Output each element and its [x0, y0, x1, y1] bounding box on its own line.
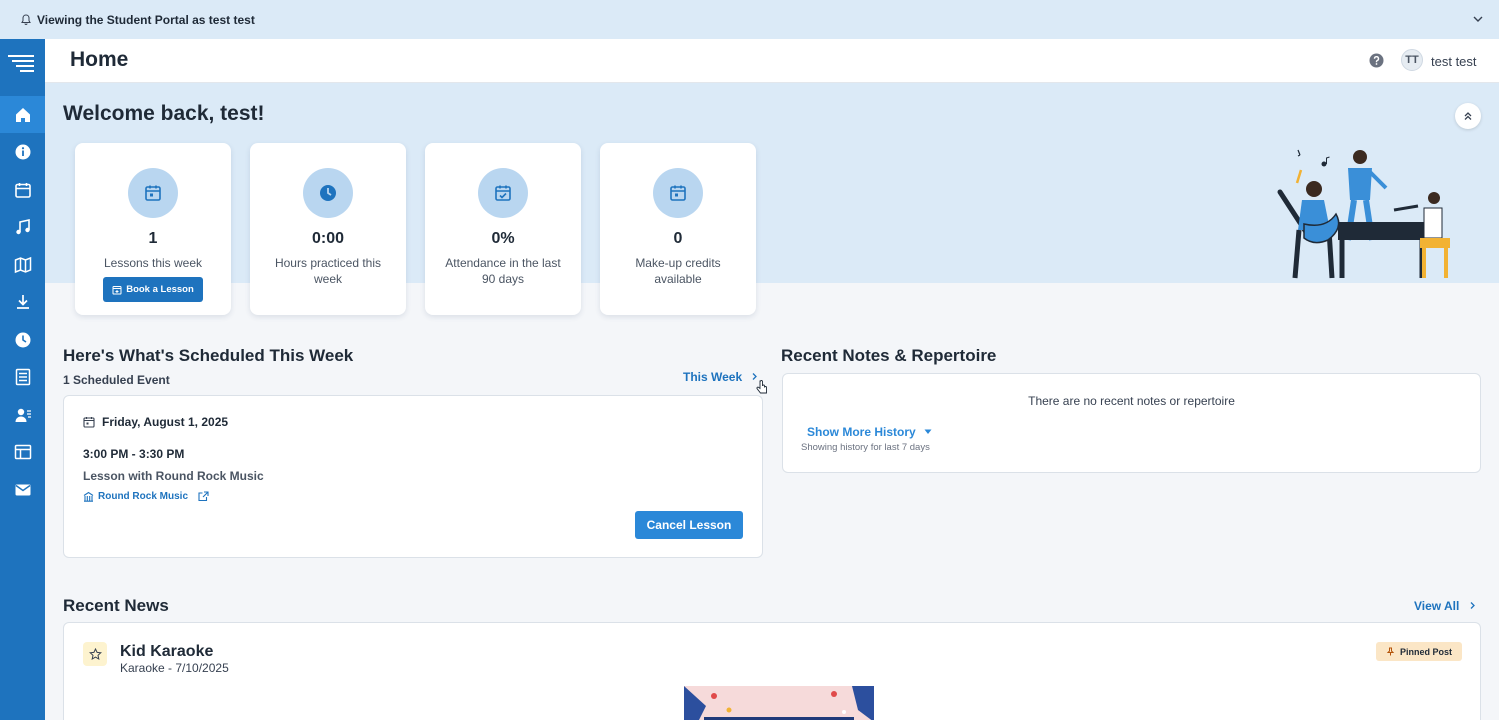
sidebar [0, 39, 45, 720]
notes-empty-message: There are no recent notes or repertoire [1028, 394, 1235, 408]
collapse-button[interactable] [1455, 103, 1481, 129]
menu-icon[interactable] [6, 51, 38, 75]
stat-value: 0% [491, 230, 515, 247]
building-icon [83, 491, 94, 502]
event-date: Friday, August 1, 2025 [102, 415, 229, 429]
stat-label: Make-up credits available [635, 256, 721, 286]
sidebar-item-home[interactable] [0, 96, 45, 133]
history-range-note: Showing history for last 7 days [801, 442, 930, 453]
pinned-post-badge: Pinned Post [1376, 642, 1462, 661]
home-icon [15, 107, 30, 122]
caret-down-icon [924, 429, 932, 434]
sidebar-item-practice[interactable] [0, 321, 45, 358]
news-heading: Recent News [63, 596, 169, 615]
news-post-meta: Karaoke - 7/10/2025 [120, 661, 229, 675]
chevron-down-icon[interactable] [1471, 12, 1485, 26]
stat-label: Hours practiced this week [274, 256, 382, 286]
sidebar-item-website[interactable] [0, 433, 45, 470]
stat-value: 0:00 [311, 230, 345, 247]
music-note-icon [15, 218, 30, 234]
event-card: Friday, August 1, 2025 3:00 PM - 3:30 PM… [63, 395, 763, 558]
calendar-icon [145, 185, 161, 201]
sidebar-item-info[interactable] [0, 133, 45, 170]
cancel-lesson-button[interactable]: Cancel Lesson [635, 511, 743, 539]
external-link-icon[interactable] [198, 491, 209, 502]
calendar-plus-icon [112, 285, 122, 294]
impersonation-banner: Viewing the Student Portal as test test [0, 0, 1499, 39]
show-more-history-button[interactable]: Show More History [807, 425, 932, 439]
news-post-card[interactable]: Kid Karaoke Karaoke - 7/10/2025 Pinned P… [63, 622, 1481, 720]
top-header: Home TT test test [45, 39, 1499, 83]
list-icon [15, 368, 30, 385]
stat-card-hours: 0:00 Hours practiced this week [250, 143, 406, 315]
stat-card-lessons: 1 Lessons this week Book a Lesson [75, 143, 231, 315]
sidebar-item-messages[interactable] [0, 471, 45, 508]
stat-icon-circle [303, 168, 353, 218]
event-lesson-title: Lesson with Round Rock Music [83, 469, 264, 483]
stat-value: 0 [673, 230, 683, 247]
chevron-right-icon[interactable] [1468, 601, 1477, 610]
calendar-check-icon [495, 185, 511, 201]
stat-icon-circle [128, 168, 178, 218]
show-more-label: Show More History [807, 425, 916, 439]
clock-icon [320, 185, 336, 201]
avatar[interactable]: TT [1401, 49, 1423, 71]
page-title: Home [70, 48, 129, 71]
map-icon [14, 256, 31, 273]
stat-icon-circle [478, 168, 528, 218]
sidebar-item-downloads[interactable] [0, 283, 45, 320]
stat-label: Lessons this week [103, 256, 203, 270]
stat-icon-circle [653, 168, 703, 218]
sidebar-item-contacts[interactable] [0, 396, 45, 433]
mail-icon [15, 484, 30, 495]
book-lesson-button[interactable]: Book a Lesson [103, 277, 203, 302]
sidebar-item-billing[interactable] [0, 358, 45, 395]
pin-icon [1386, 647, 1395, 656]
help-icon[interactable] [1369, 53, 1384, 68]
sidebar-item-repertoire[interactable] [0, 208, 45, 245]
notes-heading: Recent Notes & Repertoire [781, 346, 997, 365]
calendar-icon [670, 185, 686, 201]
contacts-icon [15, 408, 31, 422]
stat-card-makeup-credits: 0 Make-up credits available [600, 143, 756, 315]
sidebar-item-map[interactable] [0, 246, 45, 283]
mouse-pointer-icon [756, 380, 767, 394]
notes-panel: There are no recent notes or repertoire … [782, 373, 1481, 473]
welcome-heading: Welcome back, test! [63, 102, 265, 125]
clock-icon [15, 332, 30, 347]
news-post-image [684, 686, 874, 720]
star-icon [88, 647, 102, 660]
musicians-illustration [1277, 149, 1450, 279]
download-icon [16, 294, 29, 309]
table-icon [14, 444, 31, 459]
event-time: 3:00 PM - 3:30 PM [83, 447, 185, 461]
view-all-link[interactable]: View All [1414, 599, 1459, 613]
chevron-double-up-icon [1464, 112, 1472, 120]
scheduled-count: 1 Scheduled Event [63, 373, 170, 387]
info-icon [15, 144, 30, 159]
banner-text: Viewing the Student Portal as test test [37, 12, 255, 27]
user-name[interactable]: test test [1431, 54, 1477, 69]
this-week-link[interactable]: This Week [683, 370, 742, 384]
book-lesson-label: Book a Lesson [126, 284, 194, 295]
event-date-row: Friday, August 1, 2025 [83, 415, 228, 429]
schedule-heading: Here's What's Scheduled This Week [63, 346, 354, 365]
calendar-icon [14, 182, 31, 198]
news-star-badge [83, 642, 107, 666]
event-location: Round Rock Music [98, 491, 189, 502]
calendar-icon [83, 417, 95, 428]
sidebar-item-calendar[interactable] [0, 171, 45, 208]
pinned-post-label: Pinned Post [1399, 646, 1452, 657]
event-location-link[interactable]: Round Rock Music [83, 491, 209, 502]
stat-card-attendance: 0% Attendance in the last 90 days [425, 143, 581, 315]
bell-icon [21, 13, 31, 25]
news-post-title[interactable]: Kid Karaoke [120, 643, 213, 661]
stat-value: 1 [148, 230, 158, 247]
stat-label: Attendance in the last 90 days [445, 256, 561, 286]
